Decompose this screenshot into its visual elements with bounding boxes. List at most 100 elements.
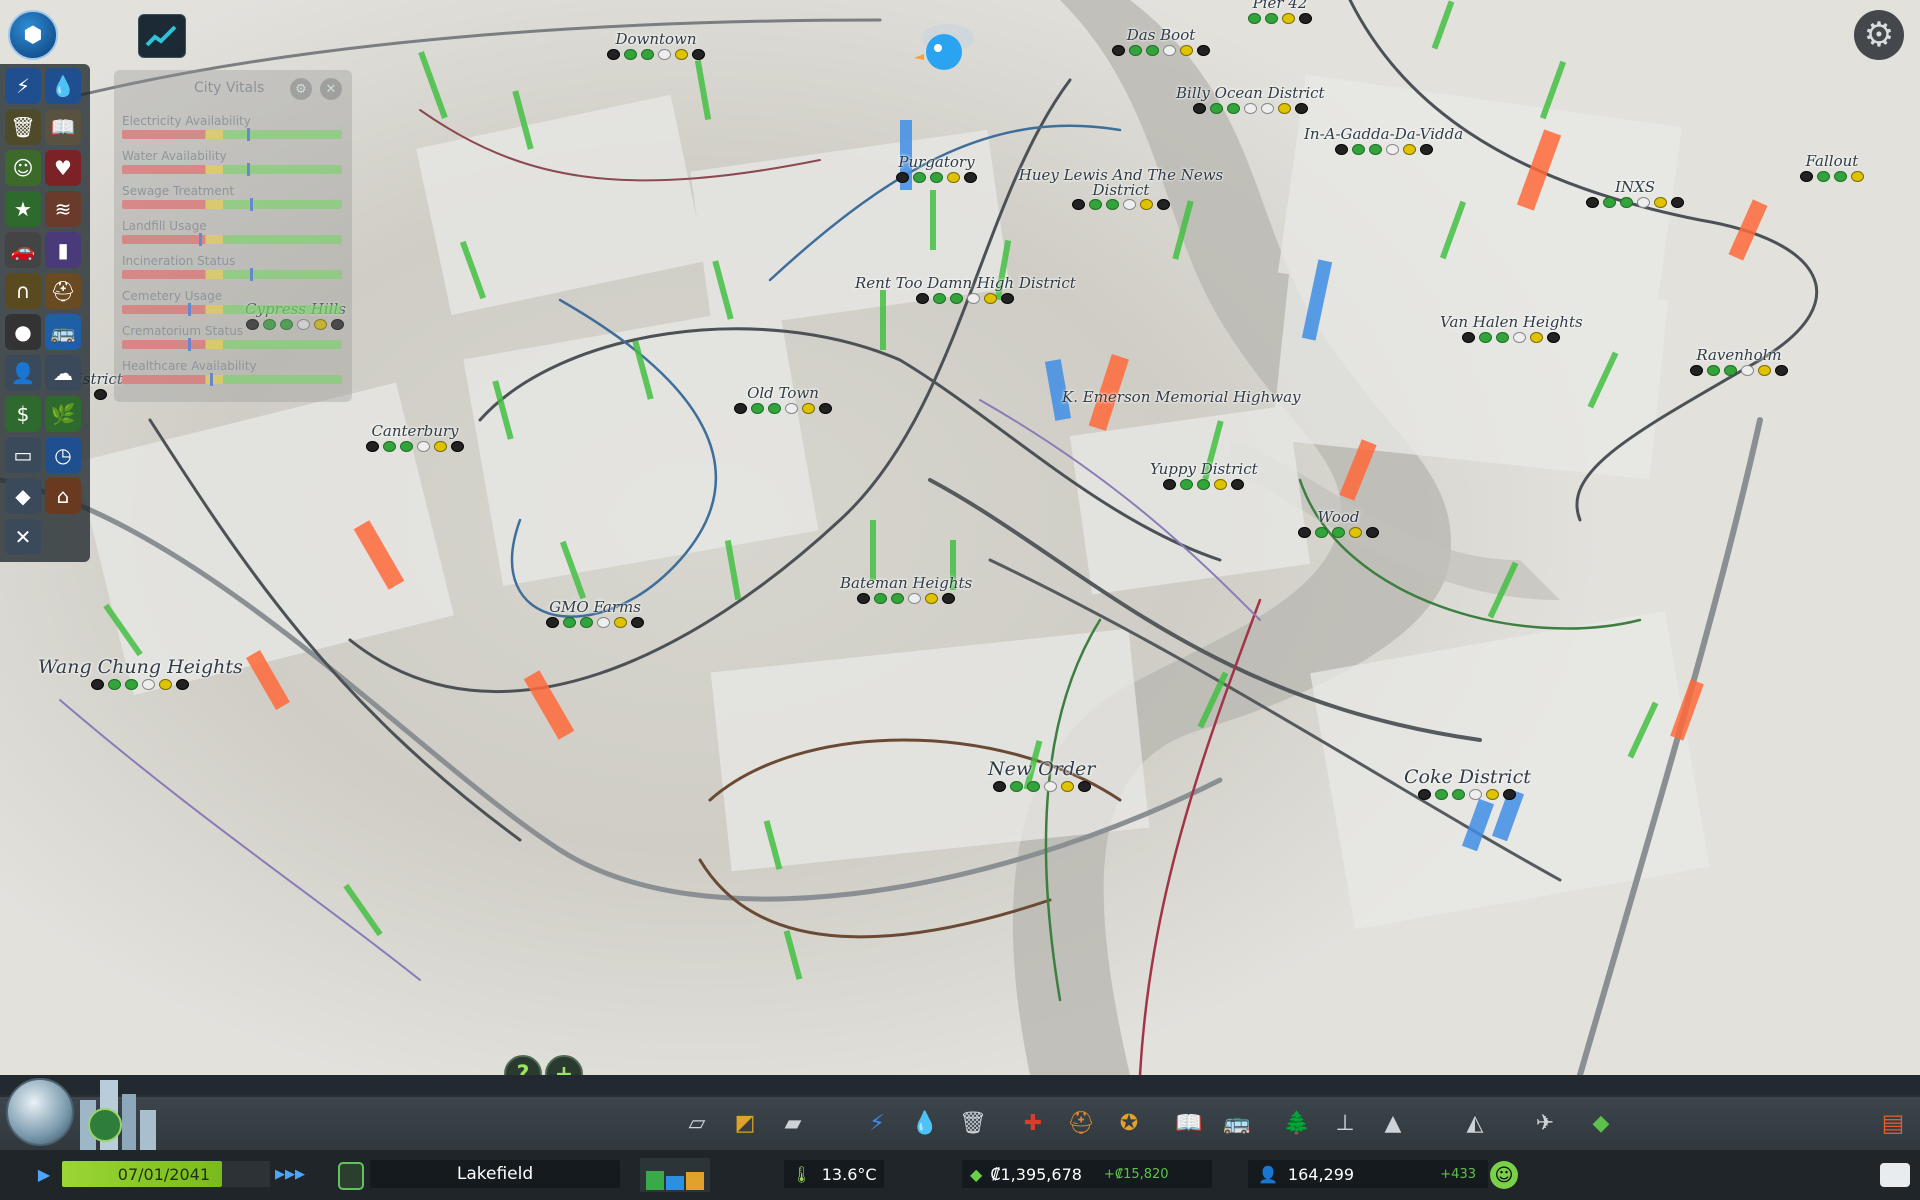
city-name[interactable]: Lakefield	[370, 1160, 620, 1188]
district-label[interactable]: GMO Farms	[546, 598, 644, 628]
district-label[interactable]: K. Emerson Memorial Highway	[1062, 388, 1300, 406]
district-label[interactable]: Wood	[1298, 508, 1379, 538]
district-label[interactable]: Old Town	[734, 384, 832, 414]
district-label[interactable]: Rent Too Damn High District	[855, 274, 1076, 304]
vital-row: Crematorium Status	[122, 324, 344, 351]
district-label[interactable]: Fallout	[1800, 152, 1864, 182]
landvalue-icon[interactable]: ▮	[45, 232, 81, 268]
districts-tool-icon[interactable]: ▰	[776, 1106, 810, 1140]
settings-button[interactable]: ⚙	[1854, 10, 1904, 60]
chat-icon[interactable]	[1880, 1163, 1910, 1187]
wonders-icon[interactable]: ◭	[1458, 1106, 1492, 1140]
district-label[interactable]: Billy Ocean District	[1176, 84, 1325, 114]
natural-resources-icon[interactable]: 🌿	[45, 396, 81, 432]
district-label[interactable]: INXS	[1586, 178, 1684, 208]
district-label[interactable]: Ravenholm	[1690, 346, 1788, 376]
education-icon[interactable]: 📖	[45, 109, 81, 145]
healthcare-tool-icon[interactable]: ✚	[1016, 1106, 1050, 1140]
district-name: GMO Farms	[549, 598, 641, 616]
vital-label: Sewage Treatment	[122, 184, 235, 198]
fire-hazard-icon[interactable]: ⌂	[45, 478, 81, 514]
district-label[interactable]: New Order	[988, 758, 1095, 792]
money-display[interactable]: ◆ ₡1,395,678 +₡15,820	[962, 1160, 1212, 1188]
district-label[interactable]: Canterbury	[366, 422, 464, 452]
vital-marker	[247, 128, 251, 141]
district-label[interactable]: In-A-Gadda-Da-Vidda	[1304, 125, 1463, 155]
play-icon[interactable]: ▶	[28, 1162, 60, 1186]
unlock-button[interactable]	[88, 1108, 122, 1142]
garbage-tool-icon[interactable]: 🗑	[956, 1106, 990, 1140]
close-icon: ✕	[325, 81, 337, 97]
district-policy-icons	[988, 781, 1095, 792]
statistics-button[interactable]	[138, 14, 186, 58]
district-name: Yuppy District	[1150, 460, 1258, 478]
money-icon[interactable]: $	[5, 396, 41, 432]
population-icon[interactable]: 👤	[5, 355, 41, 391]
roads-icon[interactable]: ▱	[680, 1106, 714, 1140]
district-name: Rent Too Damn High District	[855, 274, 1076, 292]
district-policy-icons	[1248, 13, 1312, 24]
district-policy-icons	[607, 49, 705, 60]
fire-tool-icon[interactable]: ⛑	[1064, 1106, 1098, 1140]
district-label[interactable]: Purgatory	[896, 153, 977, 183]
vital-marker	[247, 163, 251, 176]
district-label[interactable]: Yuppy District	[1150, 460, 1258, 490]
milestones-skyline-icon[interactable]	[70, 1070, 170, 1150]
district-label[interactable]: Downtown	[607, 30, 705, 60]
district-label[interactable]: Coke District	[1404, 766, 1531, 800]
wind-icon[interactable]: ≋	[45, 191, 81, 227]
population-display[interactable]: 👤 164,299 +433	[1248, 1160, 1488, 1188]
district-label[interactable]: Bateman Heights	[840, 574, 972, 604]
cities-logo-button[interactable]: ⬢	[8, 10, 58, 60]
noise-icon[interactable]: ∩	[5, 273, 41, 309]
vital-bar	[122, 198, 342, 211]
globe-icon[interactable]	[6, 1078, 74, 1146]
district-label[interactable]: Das Boot	[1112, 26, 1210, 56]
traffic-icon[interactable]: 🚗	[5, 232, 41, 268]
unique-buildings-icon[interactable]: ⊥	[1328, 1106, 1362, 1140]
pollution-icon[interactable]: ☁	[45, 355, 81, 391]
outside-connections-icon[interactable]: ◷	[45, 437, 81, 473]
district-label[interactable]: Wang Chung Heights	[38, 656, 243, 690]
transport-icon[interactable]: 🚌	[45, 314, 81, 350]
garbage-icon[interactable]: 🗑	[5, 109, 41, 145]
district-label[interactable]: Pier 42	[1248, 0, 1312, 24]
health-icon[interactable]: ♥	[45, 150, 81, 186]
landscaping-icon[interactable]: ✈	[1528, 1106, 1562, 1140]
info-views-toolbar: ⚡ 💧 🗑 📖 ☺ ♥ ★ ≋ 🚗 ▮ ∩ ⛑ ● 🚌 👤 ☁ $ 🌿 ▭ ◷ …	[0, 64, 90, 562]
district-policy-icons	[734, 403, 832, 414]
parks-tool-icon[interactable]: 🌲	[1280, 1106, 1314, 1140]
vital-label: Electricity Availability	[122, 114, 251, 128]
districts-icon[interactable]: ▭	[5, 437, 41, 473]
menu-icon[interactable]: ▤	[1875, 1108, 1911, 1138]
monuments-icon[interactable]: ▲	[1376, 1106, 1410, 1140]
level-icon[interactable]: ★	[5, 191, 41, 227]
tools-icon[interactable]: ✕	[5, 519, 41, 555]
residential-demand-bar	[646, 1170, 664, 1190]
vitals-close-button[interactable]: ✕	[320, 78, 342, 100]
fire-icon[interactable]: ⛑	[45, 273, 81, 309]
district-label[interactable]: Van Halen Heights	[1440, 313, 1583, 343]
district-policy-icons	[38, 679, 243, 690]
chirper-button[interactable]	[910, 12, 980, 76]
electricity-tool-icon[interactable]: ⚡	[860, 1106, 894, 1140]
district-label[interactable]: Huey Lewis And The News District	[1006, 168, 1236, 210]
zoning-icon[interactable]: ◩	[728, 1106, 762, 1140]
district-policy-icons	[896, 172, 977, 183]
water-tool-icon[interactable]: 💧	[908, 1106, 942, 1140]
speed-icon[interactable]: ▶▶▶	[270, 1162, 310, 1186]
money-tool-icon[interactable]: ◆	[1584, 1106, 1618, 1140]
electricity-icon[interactable]: ⚡	[5, 68, 41, 104]
district-policy-icons	[1006, 199, 1236, 210]
happiness-icon[interactable]: ☺	[1490, 1161, 1518, 1189]
crime-icon[interactable]: ●	[5, 314, 41, 350]
terrain-icon[interactable]: ◆	[5, 478, 41, 514]
water-icon[interactable]: 💧	[45, 68, 81, 104]
police-tool-icon[interactable]: ✪	[1112, 1106, 1146, 1140]
pause-toggle-button[interactable]	[338, 1162, 364, 1190]
happiness-icon[interactable]: ☺	[5, 150, 41, 186]
vitals-settings-button[interactable]: ⚙	[290, 78, 312, 100]
education-tool-icon[interactable]: 📖	[1172, 1106, 1206, 1140]
transport-tool-icon[interactable]: 🚌	[1220, 1106, 1254, 1140]
chirper-bird-icon	[914, 24, 974, 70]
